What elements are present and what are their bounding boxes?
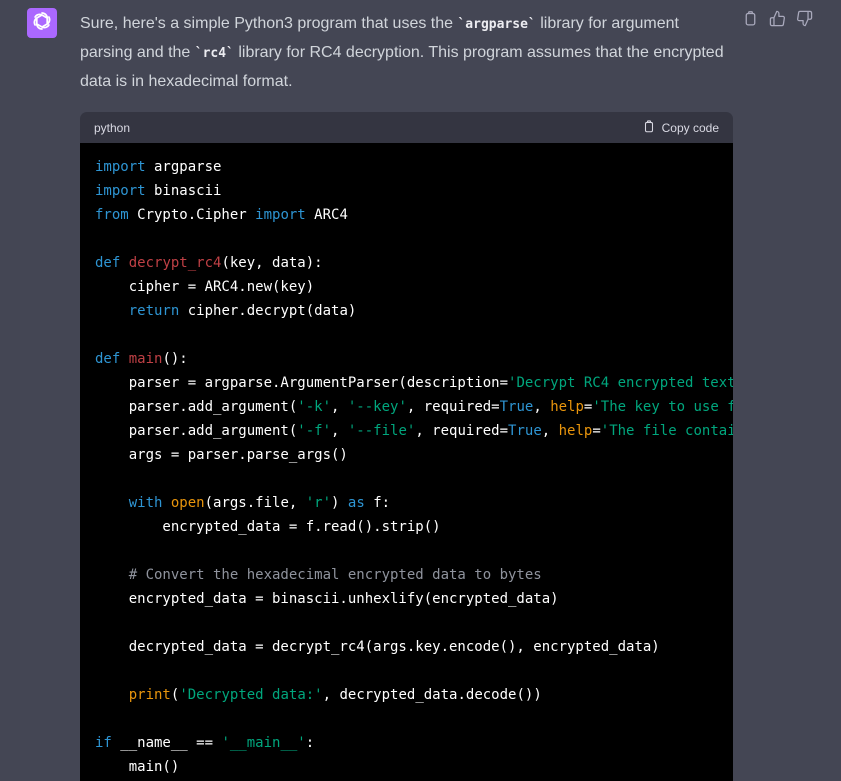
code-line (95, 323, 733, 347)
thumbs-up-button[interactable] (769, 11, 786, 30)
code-line: import binascii (95, 179, 733, 203)
message-actions (742, 11, 813, 30)
code-line: encrypted_data = binascii.unhexlify(encr… (95, 587, 733, 611)
code-block-header: python Copy code (80, 112, 733, 143)
code-line: parser = argparse.ArgumentParser(descrip… (95, 371, 733, 395)
openai-logo-icon (31, 10, 53, 37)
copy-code-button[interactable]: Copy code (642, 119, 719, 137)
code-line: main() (95, 755, 733, 779)
code-line (95, 227, 733, 251)
code-line (95, 611, 733, 635)
message-content: Sure, here's a simple Python3 program th… (80, 0, 735, 781)
inline-code: `argparse` (457, 17, 535, 32)
code-line: decrypted_data = decrypt_rc4(args.key.en… (95, 635, 733, 659)
code-line (95, 707, 733, 731)
code-content: import argparseimport binasciifrom Crypt… (80, 143, 733, 781)
text-segment: Sure, here's a simple Python3 program th… (80, 15, 457, 32)
code-line: # Convert the hexadecimal encrypted data… (95, 563, 733, 587)
code-line: args = parser.parse_args() (95, 443, 733, 467)
thumbs-up-icon (769, 10, 786, 32)
language-label: python (94, 121, 130, 135)
inline-code: `rc4` (195, 46, 234, 61)
code-line: from Crypto.Cipher import ARC4 (95, 203, 733, 227)
copy-code-label: Copy code (662, 121, 719, 135)
code-line: return cipher.decrypt(data) (95, 299, 733, 323)
code-block: python Copy code import argparseimport b… (80, 112, 733, 781)
code-line (95, 467, 733, 491)
clipboard-icon (742, 10, 759, 32)
thumbs-down-icon (796, 10, 813, 32)
code-line: if __name__ == '__main__': (95, 731, 733, 755)
code-line: def main(): (95, 347, 733, 371)
assistant-message: Sure, here's a simple Python3 program th… (0, 0, 841, 781)
copy-message-button[interactable] (742, 11, 759, 30)
thumbs-down-button[interactable] (796, 11, 813, 30)
intro-text: Sure, here's a simple Python3 program th… (80, 10, 735, 96)
code-line: parser.add_argument('-f', '--file', requ… (95, 419, 733, 443)
code-line: import argparse (95, 155, 733, 179)
code-line: print('Decrypted data:', decrypted_data.… (95, 683, 733, 707)
code-line: def decrypt_rc4(key, data): (95, 251, 733, 275)
code-line: with open(args.file, 'r') as f: (95, 491, 733, 515)
code-line: parser.add_argument('-k', '--key', requi… (95, 395, 733, 419)
code-line: cipher = ARC4.new(key) (95, 275, 733, 299)
code-line: encrypted_data = f.read().strip() (95, 515, 733, 539)
code-line (95, 539, 733, 563)
clipboard-icon (642, 119, 656, 137)
avatar (27, 8, 57, 38)
code-line (95, 659, 733, 683)
